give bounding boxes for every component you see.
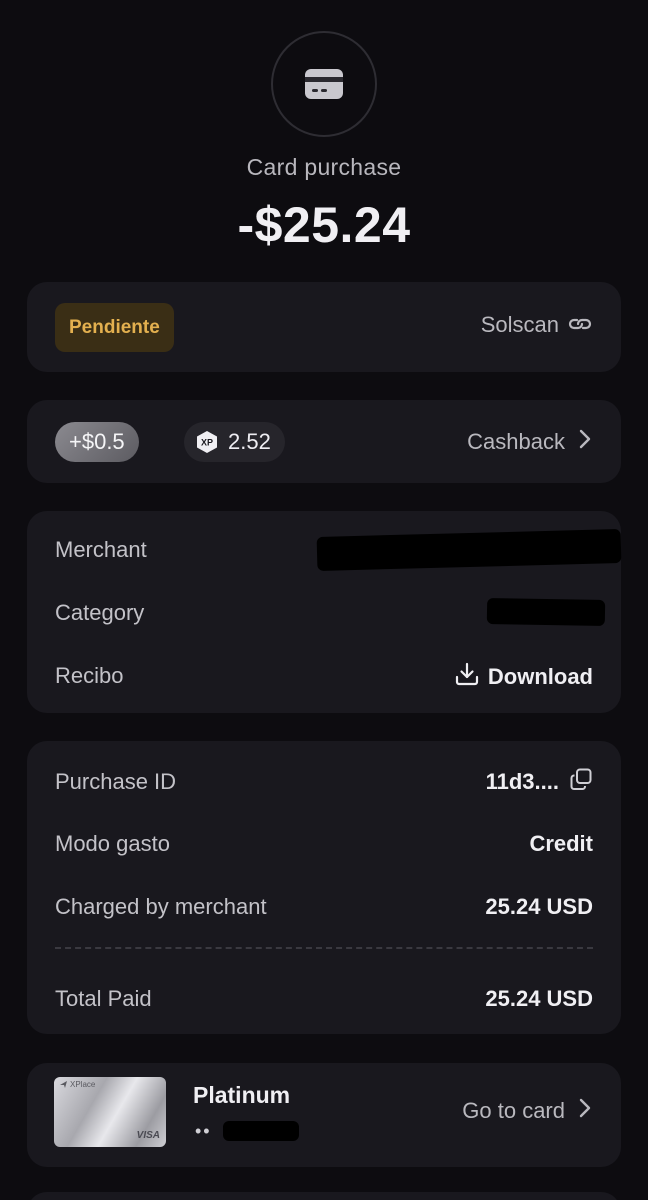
transaction-type: Card purchase — [246, 154, 402, 180]
purchase-id-value[interactable]: 11d3.... — [486, 767, 593, 797]
purchase-id-text: 11d3.... — [485, 769, 559, 794]
status-card: Pendiente Solscan — [27, 282, 621, 372]
card-thumbnail: XPlace VISA — [54, 1077, 166, 1147]
status-badge: Pendiente — [55, 303, 174, 352]
plane-icon — [60, 1081, 67, 1088]
redacted-card-number — [223, 1121, 299, 1141]
card-brand-logo: XPlace — [59, 1080, 95, 1089]
category-label: Category — [55, 600, 145, 625]
transaction-amount: -$25.24 — [237, 197, 411, 253]
spend-mode-value: Credit — [529, 831, 593, 856]
purchase-details-card: Purchase ID 11d3.... Modo gasto Credit C… — [27, 741, 621, 1034]
go-to-card-link[interactable]: Go to card — [462, 1098, 591, 1124]
download-button[interactable]: Download — [454, 661, 593, 693]
merchant-details-card: Merchant Category Recibo Download — [27, 511, 622, 713]
download-icon — [454, 661, 480, 693]
cashback-label: Cashback — [467, 429, 565, 454]
next-card-partial — [27, 1192, 621, 1200]
xp-value: 2.52 — [228, 429, 271, 454]
divider — [55, 947, 593, 949]
cashback-amount-chip: +$0.5 — [55, 422, 139, 462]
download-label: Download — [487, 664, 593, 689]
total-paid-label: Total Paid — [55, 986, 152, 1011]
spend-mode-label: Modo gasto — [55, 831, 170, 856]
payment-card-row[interactable]: XPlace VISA Platinum •• Go to card — [27, 1063, 621, 1167]
purchase-id-label: Purchase ID — [55, 769, 177, 794]
solscan-link[interactable]: Solscan — [481, 312, 593, 338]
transaction-detail-screen: Card purchase -$25.24 Pendiente Solscan … — [0, 0, 648, 1200]
card-name: Platinum — [193, 1082, 291, 1108]
cashback-link[interactable]: Cashback — [467, 429, 591, 455]
card-number-mask: •• — [195, 1121, 212, 1141]
chevron-right-icon — [579, 1098, 591, 1124]
charged-value: 25.24 USD — [485, 894, 593, 919]
redacted-category — [486, 597, 606, 627]
receipt-label: Recibo — [55, 663, 124, 688]
go-to-card-label: Go to card — [462, 1098, 565, 1123]
solscan-label: Solscan — [480, 312, 559, 337]
total-paid-value: 25.24 USD — [485, 986, 593, 1011]
visa-logo: VISA — [136, 1130, 160, 1141]
chevron-right-icon — [579, 429, 591, 455]
charged-label: Charged by merchant — [55, 894, 267, 919]
xp-chip: XP 2.52 — [184, 422, 285, 462]
copy-icon[interactable] — [569, 767, 593, 797]
svg-text:XP: XP — [201, 438, 213, 448]
xp-icon: XP — [196, 430, 218, 454]
link-icon — [567, 312, 593, 338]
redacted-merchant — [316, 529, 622, 571]
credit-card-icon — [271, 31, 377, 137]
cashback-card[interactable]: +$0.5 XP 2.52 Cashback — [27, 400, 621, 483]
merchant-label: Merchant — [55, 537, 147, 562]
